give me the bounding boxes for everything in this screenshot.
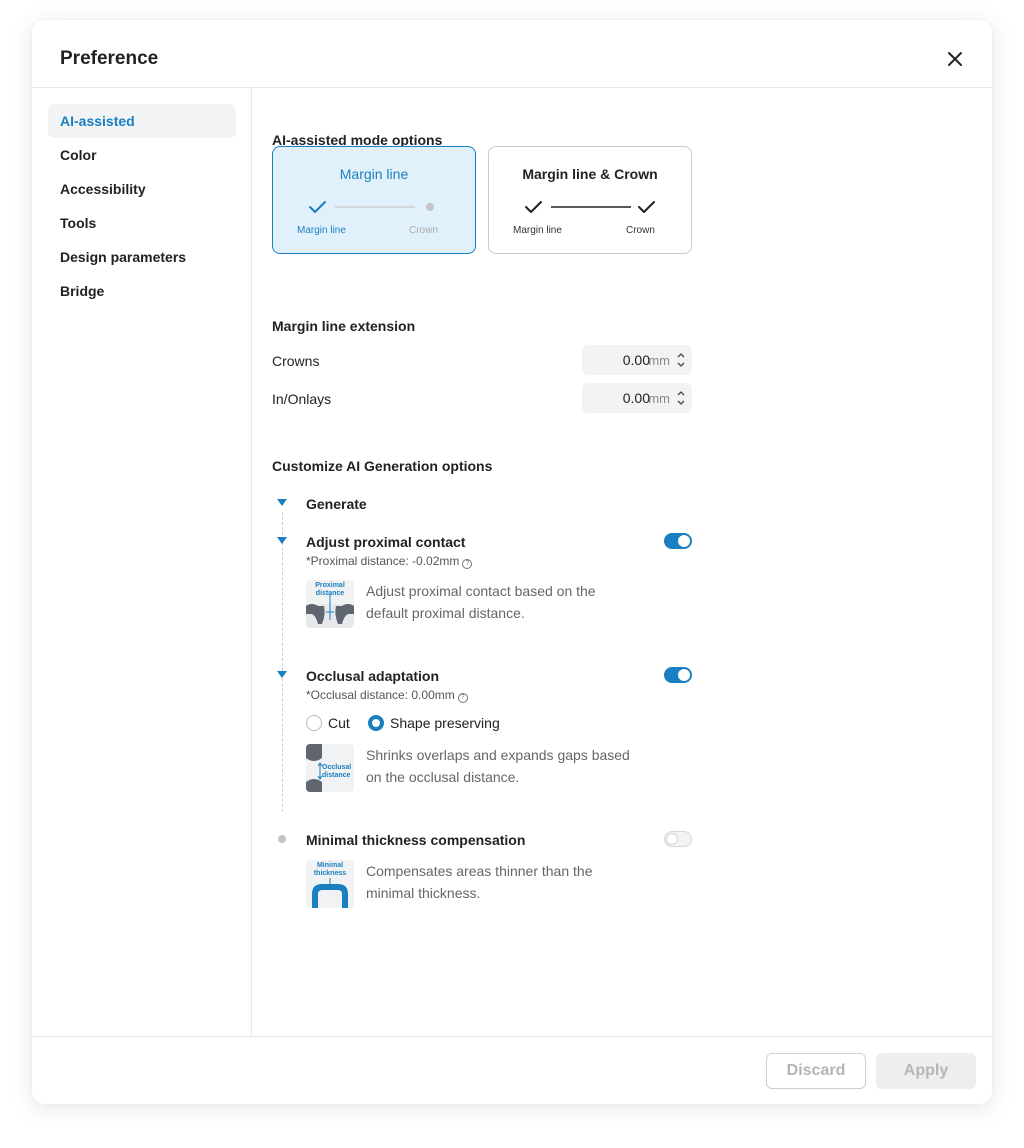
step-label-margin-line: Margin line xyxy=(513,225,562,236)
radio-shape-preserving[interactable] xyxy=(368,715,384,731)
thumb-label: Occlusal distance xyxy=(322,764,352,779)
dialog-header: Preference xyxy=(32,20,992,88)
radio-shape-preserving-label[interactable]: Shape preserving xyxy=(390,715,500,731)
collapse-triangle-icon[interactable] xyxy=(277,499,287,506)
occlusal-distance-text: *Occlusal distance: 0.00mm xyxy=(306,688,455,702)
mode-card-title: Margin line xyxy=(339,166,409,182)
sidebar-item-tools[interactable]: Tools xyxy=(48,206,236,240)
thumb-label: Minimal thickness xyxy=(313,862,347,877)
dialog-title: Preference xyxy=(60,48,159,69)
main-panel: AI-assisted mode options Margin line Mar… xyxy=(252,88,992,1036)
dialog-footer: Discard Apply xyxy=(32,1036,992,1104)
step-indicator xyxy=(525,201,655,213)
sidebar-item-design-parameters[interactable]: Design parameters xyxy=(48,240,236,274)
occlusal-thumbnail: Occlusal distance xyxy=(306,744,354,792)
occlusal-description: Shrinks overlaps and expands gaps based … xyxy=(366,747,630,785)
step-indicator xyxy=(309,201,434,213)
proximal-description: Adjust proximal contact based on the def… xyxy=(366,583,596,621)
step-label-crown: Crown xyxy=(626,225,655,236)
occlusal-toggle[interactable] xyxy=(664,667,692,683)
discard-button[interactable]: Discard xyxy=(766,1053,866,1089)
check-icon xyxy=(638,201,655,213)
inonlays-unit: mm xyxy=(648,391,670,406)
inonlays-value: 0.00 xyxy=(622,390,650,406)
mode-card-margin-line-crown[interactable]: Margin line & Crown Margin line Crown xyxy=(488,146,692,254)
crowns-label: Crowns xyxy=(272,353,320,369)
stepper-arrows-icon[interactable] xyxy=(676,350,686,370)
sidebar-item-ai-assisted[interactable]: AI-assisted xyxy=(48,104,236,138)
disabled-bullet-icon xyxy=(278,835,286,843)
sidebar: AI-assisted Color Accessibility Tools De… xyxy=(32,88,252,1036)
inonlays-label: In/Onlays xyxy=(272,391,332,407)
extension-title: Margin line extension xyxy=(272,318,416,334)
help-icon[interactable]: ? xyxy=(462,559,473,569)
collapse-triangle-icon[interactable] xyxy=(277,537,287,544)
proximal-subtitle: *Proximal distance: -0.02mm? xyxy=(306,554,473,569)
radio-cut[interactable] xyxy=(306,715,322,731)
thickness-description: Compensates areas thinner than the minim… xyxy=(366,863,593,901)
mode-card-title: Margin line & Crown xyxy=(522,166,658,182)
thickness-title: Minimal thickness compensation xyxy=(306,832,526,848)
customize-title: Customize AI Generation options xyxy=(272,458,493,474)
help-icon[interactable]: ? xyxy=(457,693,468,703)
collapse-triangle-icon[interactable] xyxy=(277,671,287,678)
inonlays-input[interactable]: 0.00 mm xyxy=(582,383,692,413)
tree-connector xyxy=(282,512,283,812)
step-label-margin-line: Margin line xyxy=(297,225,346,236)
sidebar-item-bridge[interactable]: Bridge xyxy=(48,274,236,308)
proximal-distance-text: *Proximal distance: -0.02mm xyxy=(306,554,460,568)
radio-cut-label[interactable]: Cut xyxy=(328,715,350,731)
pending-dot-icon xyxy=(426,203,434,211)
thickness-thumbnail: Minimal thickness xyxy=(306,860,354,908)
crowns-input[interactable]: 0.00 mm xyxy=(582,345,692,375)
close-icon[interactable] xyxy=(945,49,965,69)
apply-button[interactable]: Apply xyxy=(876,1053,976,1089)
check-icon xyxy=(309,201,326,213)
occlusal-title: Occlusal adaptation xyxy=(306,668,440,684)
sidebar-item-accessibility[interactable]: Accessibility xyxy=(48,172,236,206)
mode-card-margin-line[interactable]: Margin line Margin line Crown xyxy=(272,146,476,254)
proximal-thumbnail: Proximal distance xyxy=(306,580,354,628)
occlusal-subtitle: *Occlusal distance: 0.00mm? xyxy=(306,688,468,703)
thickness-toggle[interactable] xyxy=(664,831,692,847)
thumb-label: Proximal distance xyxy=(315,582,345,597)
check-icon xyxy=(525,201,542,213)
crowns-unit: mm xyxy=(648,353,670,368)
sidebar-item-color[interactable]: Color xyxy=(48,138,236,172)
preference-dialog: Preference AI-assisted Color Accessibili… xyxy=(32,20,992,1104)
proximal-title: Adjust proximal contact xyxy=(306,534,466,550)
crowns-value: 0.00 xyxy=(622,352,650,368)
step-label-crown: Crown xyxy=(409,225,438,236)
proximal-toggle[interactable] xyxy=(664,533,692,549)
stepper-arrows-icon[interactable] xyxy=(676,388,686,408)
generate-label: Generate xyxy=(306,496,367,512)
